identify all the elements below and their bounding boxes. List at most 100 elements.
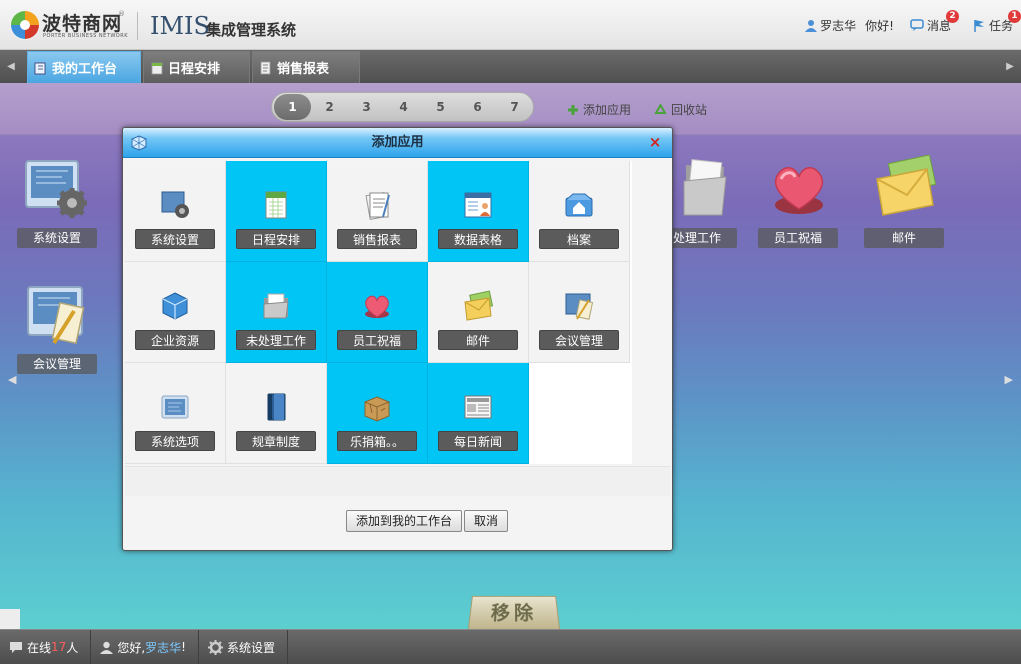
page-button[interactable]: 3 xyxy=(348,94,385,120)
book-icon xyxy=(267,393,286,421)
add-app-button[interactable]: 添加应用 xyxy=(567,101,631,118)
page-button[interactable]: 7 xyxy=(496,94,533,120)
mail-icon xyxy=(464,290,494,321)
page-button[interactable]: 6 xyxy=(459,94,496,120)
desktop-app-meeting[interactable]: 会议管理 xyxy=(12,281,102,391)
resource-cube-icon xyxy=(162,292,188,320)
schedule-tab-icon xyxy=(151,62,163,74)
hello-suffix: ! xyxy=(181,640,186,654)
app-cell-employee-wishes[interactable]: 员工祝福 xyxy=(327,262,428,363)
page-button[interactable]: 4 xyxy=(385,94,422,120)
calendar-sheet-icon xyxy=(265,191,287,219)
tab-workbench[interactable]: 我的工作台 xyxy=(27,51,141,83)
add-app-label: 添加应用 xyxy=(583,103,632,117)
app-cell-pending-work[interactable]: 未处理工作 xyxy=(226,262,327,363)
tasks-badge: 1 xyxy=(1008,9,1021,23)
user-icon xyxy=(100,641,114,654)
dialog-title: 添加应用 xyxy=(371,135,424,150)
newspaper-icon xyxy=(464,395,492,419)
hello-user[interactable]: 罗志华 xyxy=(145,639,181,656)
page-button[interactable]: 1 xyxy=(274,94,311,120)
meeting-icon xyxy=(27,286,85,345)
desktop-app-mail[interactable]: 邮件 xyxy=(859,155,949,265)
user-link[interactable]: 罗志华 xyxy=(805,17,856,34)
app-cell-daily-news[interactable]: 每日新闻 xyxy=(428,363,529,464)
online-number: 17 xyxy=(51,640,67,654)
app-cell-label: 每日新闻 xyxy=(438,431,518,451)
cancel-button[interactable]: 取消 xyxy=(464,510,509,532)
user-greeting: 您好, 罗志华 ! xyxy=(91,629,199,664)
mail-icon xyxy=(876,155,937,216)
product-name: IMIS xyxy=(150,12,210,40)
archive-icon xyxy=(565,193,593,217)
desktop-app-system-settings[interactable]: 系统设置 xyxy=(12,155,102,265)
online-prefix: 在线 xyxy=(27,640,52,655)
page-switcher: 1 2 3 4 5 6 7 xyxy=(271,92,534,122)
flag-icon xyxy=(974,19,984,32)
page-button[interactable]: 5 xyxy=(422,94,459,120)
heart-gift-icon xyxy=(774,167,824,214)
desktop-app-employee-wishes[interactable]: 员工祝福 xyxy=(753,155,843,265)
tab-scroll-left-icon[interactable]: ◀ xyxy=(2,50,20,83)
app-cell-label: 乐捐箱。。 xyxy=(337,431,417,451)
user-area: 罗志华 你好! 消息 2 任务 1 xyxy=(791,9,1021,36)
folder-icon xyxy=(263,293,289,319)
app-cell-label: 系统设置 xyxy=(135,229,215,249)
app-cell-label: 系统选项 xyxy=(135,431,215,451)
app-cell-regulations[interactable]: 规章制度 xyxy=(226,363,327,464)
greeting-text: 你好! xyxy=(865,18,894,33)
app-cell-sales-report[interactable]: 销售报表 xyxy=(327,161,428,262)
dialog-buttons: 添加到我的工作台 取消 xyxy=(123,510,672,532)
app-cell-label: 数据表格 xyxy=(438,229,518,249)
app-cell-system-settings[interactable]: 系统设置 xyxy=(125,161,226,262)
app-header: 波特商网 ® PORTER BUSINESS NETWORK IMIS 集成管理… xyxy=(0,0,1021,50)
app-cell-system-options[interactable]: 系统选项 xyxy=(125,363,226,464)
brand-registered-mark: ® xyxy=(118,10,125,18)
app-cell-schedule[interactable]: 日程安排 xyxy=(226,161,327,262)
data-table-icon xyxy=(464,192,492,218)
dialog-titlebar[interactable]: 添加应用 × xyxy=(123,128,672,158)
app-cell-label: 档案 xyxy=(539,229,619,249)
app-cell-archive[interactable]: 档案 xyxy=(529,161,630,262)
page-button[interactable]: 2 xyxy=(311,94,348,120)
online-suffix: 人 xyxy=(66,640,79,655)
report-icon xyxy=(365,192,390,220)
hello-prefix: 您好, xyxy=(117,640,146,655)
app-cell-label: 邮件 xyxy=(438,330,518,350)
chat-icon xyxy=(10,641,22,653)
system-name: 集成管理系统 xyxy=(206,21,297,39)
close-icon[interactable]: × xyxy=(648,135,662,150)
footer-settings-button[interactable]: 系统设置 xyxy=(199,629,288,664)
app-cell-label: 企业资源 xyxy=(135,330,215,350)
donation-box-icon xyxy=(364,396,390,422)
tab-scroll-right-icon[interactable]: ▶ xyxy=(1001,50,1019,83)
messages-link[interactable]: 消息 2 xyxy=(910,9,959,34)
add-to-workbench-button[interactable]: 添加到我的工作台 xyxy=(345,510,462,532)
app-cell-donation-box[interactable]: 乐捐箱。。 xyxy=(327,363,428,464)
app-cell-label: 日程安排 xyxy=(236,229,316,249)
tasks-link[interactable]: 任务 1 xyxy=(973,9,1021,34)
brand-name: 波特商网 xyxy=(42,13,123,35)
options-icon xyxy=(161,395,189,419)
greeting: 你好! xyxy=(865,17,894,34)
status-bar: 在线 17 人 您好, 罗志华 ! 系统设置 xyxy=(0,629,1021,664)
tab-label: 销售报表 xyxy=(277,62,330,77)
recycle-icon xyxy=(654,103,667,114)
app-cell-data-table[interactable]: 数据表格 xyxy=(428,161,529,262)
user-icon xyxy=(805,19,818,32)
app-cell-meeting[interactable]: 会议管理 xyxy=(529,262,630,363)
tab-label: 日程安排 xyxy=(168,62,221,77)
desktop-app-label: 系统设置 xyxy=(17,228,97,248)
remove-drop-zone[interactable]: 移除 xyxy=(467,595,561,629)
desktop-app-label: 邮件 xyxy=(864,228,944,248)
app-cell-label: 未处理工作 xyxy=(236,330,316,350)
tab-schedule[interactable]: 日程安排 xyxy=(143,51,250,83)
app-cell-mail[interactable]: 邮件 xyxy=(428,262,529,363)
desktop-next-page-icon[interactable]: ▶ xyxy=(1005,373,1013,386)
tab-sales-report[interactable]: 销售报表 xyxy=(252,51,360,83)
app-cell-enterprise-resource[interactable]: 企业资源 xyxy=(125,262,226,363)
online-count[interactable]: 在线 17 人 xyxy=(0,629,92,664)
dialog-spacer xyxy=(125,466,670,496)
brand-subtitle: PORTER BUSINESS NETWORK xyxy=(43,33,128,39)
recycle-bin-button[interactable]: 回收站 xyxy=(654,101,707,118)
